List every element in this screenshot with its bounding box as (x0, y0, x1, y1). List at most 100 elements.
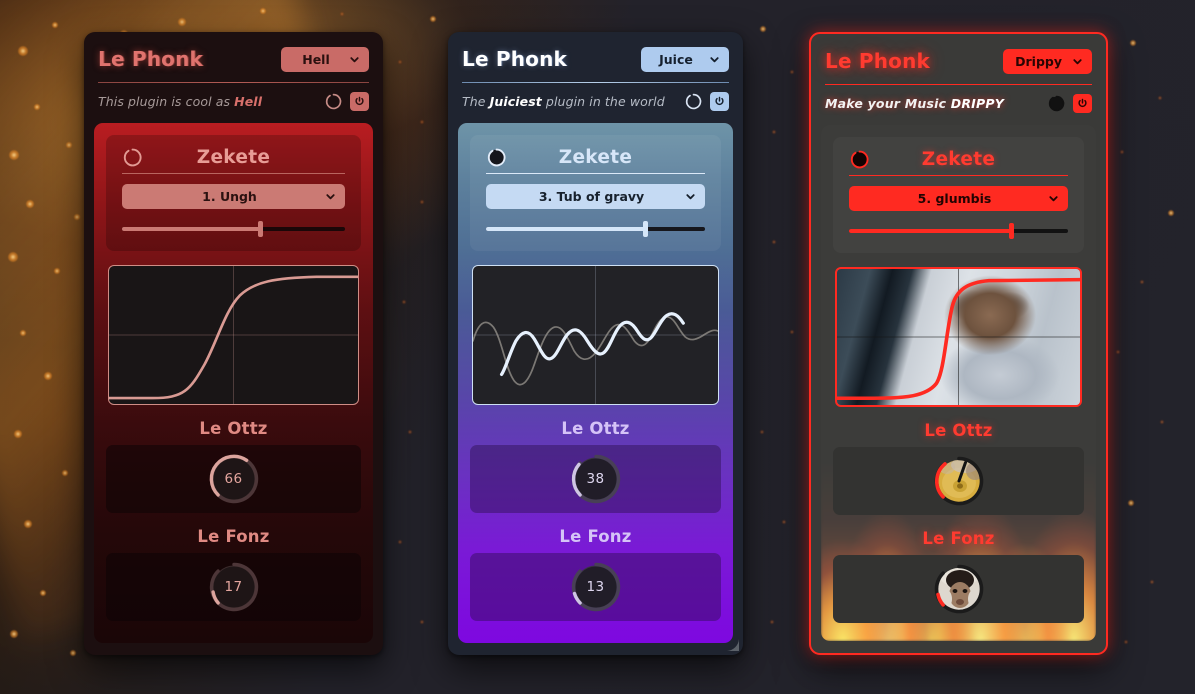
knob-ottz[interactable]: 66 (206, 451, 262, 507)
algorithm-select[interactable]: 3. Tub of gravy (486, 184, 705, 209)
knob-ottz[interactable] (931, 453, 987, 509)
algorithm-select[interactable]: 5. glumbis (849, 186, 1068, 211)
module-divider (122, 173, 345, 174)
resize-grip[interactable] (725, 637, 740, 652)
plugin-header: Le Phonk Drippy Make your Music DRIPPY (811, 34, 1106, 115)
slider-thumb[interactable] (643, 221, 649, 237)
module-zekete: Zekete 1. Ungh (106, 135, 361, 251)
chevron-down-icon (325, 191, 336, 202)
algorithm-label: 1. Ungh (202, 189, 257, 204)
header-divider (98, 82, 369, 83)
curve-display[interactable] (108, 265, 359, 405)
module-title: Zekete (196, 146, 271, 168)
module-zekete: Zekete 3. Tub of gravy (470, 135, 721, 251)
header-divider (462, 82, 729, 83)
module-divider (486, 173, 705, 174)
knob-label-ottz: Le Ottz (199, 419, 268, 438)
tagline: The Juiciest plugin in the world (462, 94, 665, 109)
algorithm-select[interactable]: 1. Ungh (122, 184, 345, 209)
tagline-prefix: Make your Music (825, 95, 951, 111)
brand-title: Le Phonk (825, 49, 931, 73)
knob-label-fonz: Le Fonz (197, 527, 270, 546)
knob-panel-ottz: 38 (470, 445, 721, 513)
tagline: This plugin is cool as Hell (98, 94, 262, 109)
algorithm-label: 5. glumbis (917, 191, 992, 206)
knob-fonz[interactable]: 17 (206, 559, 262, 615)
knob-icon[interactable] (684, 92, 703, 111)
chevron-down-icon (1048, 193, 1059, 204)
tagline-suffix: plugin in the world (541, 93, 665, 109)
knob-panel-ottz: 66 (106, 445, 361, 513)
preset-label: Drippy (1015, 53, 1062, 69)
knob-fonz[interactable]: 13 (568, 559, 624, 615)
power-icon[interactable] (1073, 93, 1092, 113)
knob-value-fonz (931, 561, 987, 617)
slider-thumb[interactable] (257, 221, 263, 237)
knob-panel-fonz: 13 (470, 553, 721, 621)
slider-fill (122, 227, 261, 231)
plugin-header: Le Phonk Hell This plugin is cool as Hel… (84, 32, 383, 113)
preset-label: Hell (302, 51, 330, 67)
knob-label-fonz: Le Fonz (922, 529, 995, 548)
tagline-accent: Hell (234, 93, 263, 109)
knob-icon[interactable] (486, 147, 507, 168)
plugin-body: Zekete 5. glumbis Le Ottz Le Fonz (821, 125, 1096, 641)
algorithm-label: 3. Tub of gravy (538, 189, 645, 204)
slider-thumb[interactable] (1008, 223, 1014, 239)
knob-value-ottz (931, 453, 987, 509)
plugin-window-drippy[interactable]: Le Phonk Drippy Make your Music DRIPPY Z… (809, 32, 1108, 655)
slider-fill (486, 227, 646, 231)
plugin-window-hell[interactable]: Le Phonk Hell This plugin is cool as Hel… (84, 32, 383, 655)
tagline-prefix: The (462, 93, 490, 109)
knob-value-ottz: 66 (224, 471, 243, 487)
amount-slider[interactable] (122, 220, 345, 238)
amount-slider[interactable] (486, 220, 705, 238)
chevron-down-icon (1072, 56, 1083, 67)
chevron-down-icon (685, 191, 696, 202)
tagline-accent: DRIPPY (950, 95, 1004, 111)
power-icon[interactable] (350, 91, 369, 111)
curve-display[interactable] (835, 267, 1082, 407)
tagline-accent: Juiciest (489, 93, 542, 109)
curve-path (109, 275, 358, 400)
knob-ottz[interactable]: 38 (568, 451, 624, 507)
knob-icon[interactable] (122, 147, 143, 168)
module-divider (849, 175, 1068, 176)
power-icon[interactable] (710, 91, 729, 111)
curve-path (473, 312, 718, 386)
knob-panel-fonz (833, 555, 1084, 623)
knob-label-fonz: Le Fonz (559, 527, 632, 546)
plugin-window-juice[interactable]: Le Phonk Juice The Juiciest plugin in th… (448, 32, 743, 655)
knob-value-ottz: 38 (586, 471, 605, 487)
preset-select[interactable]: Juice (641, 46, 729, 72)
preset-select[interactable]: Drippy (1003, 48, 1092, 74)
knob-icon[interactable] (324, 92, 343, 111)
knob-value-fonz: 17 (224, 579, 243, 595)
brand-title: Le Phonk (98, 47, 204, 71)
tagline: Make your Music DRIPPY (825, 96, 1004, 111)
curve-path (837, 277, 1080, 400)
brand-title: Le Phonk (462, 47, 568, 71)
knob-label-ottz: Le Ottz (924, 421, 993, 440)
chevron-down-icon (349, 54, 360, 65)
plugin-header: Le Phonk Juice The Juiciest plugin in th… (448, 32, 743, 113)
knob-panel-ottz (833, 447, 1084, 515)
curve-display[interactable] (472, 265, 719, 405)
preset-select[interactable]: Hell (281, 46, 369, 72)
knob-icon[interactable] (1047, 94, 1066, 113)
knob-label-ottz: Le Ottz (561, 419, 630, 438)
preset-label: Juice (659, 51, 693, 67)
header-divider (825, 84, 1092, 85)
module-zekete: Zekete 5. glumbis (833, 137, 1084, 253)
slider-fill (849, 229, 1012, 233)
module-title: Zekete (921, 148, 996, 170)
amount-slider[interactable] (849, 222, 1068, 240)
plugin-body: Zekete 3. Tub of gravy Le Ottz 38 Le Fon… (458, 123, 733, 643)
knob-icon[interactable] (849, 149, 870, 170)
module-title: Zekete (558, 146, 633, 168)
knob-fonz[interactable] (931, 561, 987, 617)
knob-value-fonz: 13 (586, 579, 605, 595)
knob-panel-fonz: 17 (106, 553, 361, 621)
desktop-backdrop: Le Phonk Hell This plugin is cool as Hel… (0, 0, 1195, 694)
tagline-prefix: This plugin is cool as (98, 93, 235, 109)
